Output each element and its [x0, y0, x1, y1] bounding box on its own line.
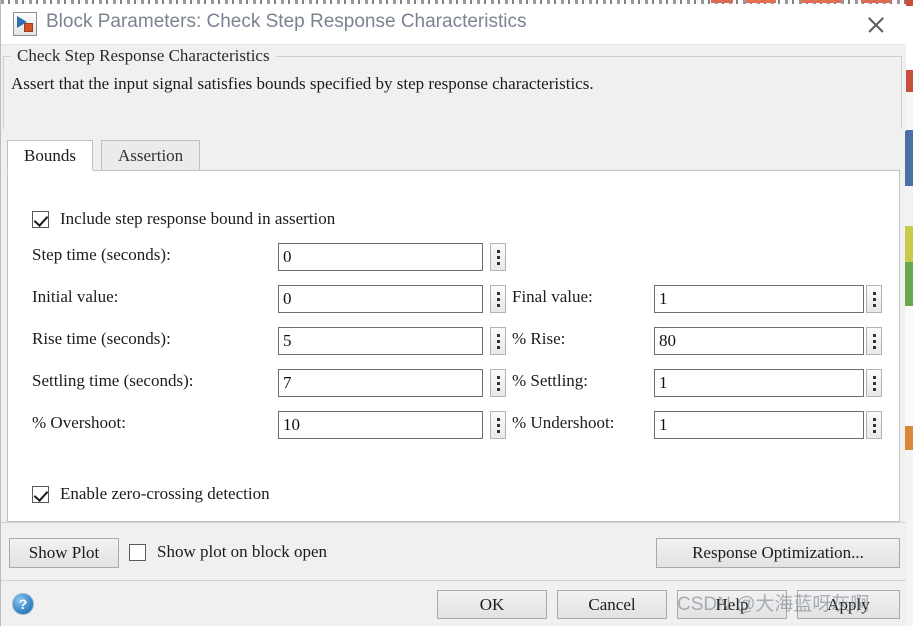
input-percent-overshoot[interactable] — [278, 411, 483, 439]
tab-bounds[interactable]: Bounds — [7, 140, 93, 171]
row-step-time: Step time (seconds): — [8, 243, 901, 271]
description-text: Assert that the input signal satisfies b… — [11, 72, 766, 97]
spinner-percent-rise[interactable] — [866, 327, 882, 355]
window-title: Block Parameters: Check Step Response Ch… — [46, 11, 526, 33]
description-group: Check Step Response Characteristics Asse… — [1, 46, 906, 131]
include-step-response-bound-checkbox[interactable]: Include step response bound in assertion — [32, 209, 335, 229]
input-percent-rise[interactable] — [654, 327, 864, 355]
help-info-icon[interactable]: ? — [12, 593, 34, 615]
spinner-percent-overshoot[interactable] — [490, 411, 506, 439]
label-percent-settling: % Settling: — [512, 371, 588, 391]
label-percent-undershoot: % Undershoot: — [512, 413, 614, 433]
bottom-action-bar: Show Plot Show plot on block open Respon… — [1, 522, 906, 580]
checkbox-box-show-plot-on-open[interactable] — [129, 544, 146, 561]
close-icon[interactable] — [854, 9, 898, 41]
label-initial-value: Initial value: — [32, 287, 118, 307]
input-final-value[interactable] — [654, 285, 864, 313]
spinner-percent-settling[interactable] — [866, 369, 882, 397]
zero-crossing-label: Enable zero-crossing detection — [60, 484, 270, 504]
tab-strip: Bounds Assertion — [1, 140, 906, 171]
title-bar: Block Parameters: Check Step Response Ch… — [1, 4, 906, 45]
simulink-block-icon — [13, 12, 37, 36]
label-settling-time: Settling time (seconds): — [32, 371, 193, 391]
tab-assertion[interactable]: Assertion — [101, 140, 200, 171]
help-button[interactable]: Help — [677, 590, 787, 619]
label-rise-time: Rise time (seconds): — [32, 329, 171, 349]
spinner-settling-time[interactable] — [490, 369, 506, 397]
spinner-step-time[interactable] — [490, 243, 506, 271]
label-step-time: Step time (seconds): — [32, 245, 171, 265]
input-percent-settling[interactable] — [654, 369, 864, 397]
row-overshoot: % Overshoot: % Undershoot: — [8, 411, 901, 439]
response-optimization-button[interactable]: Response Optimization... — [656, 538, 900, 568]
checkbox-box-include-bound[interactable] — [32, 211, 49, 228]
input-step-time[interactable] — [278, 243, 483, 271]
spinner-percent-undershoot[interactable] — [866, 411, 882, 439]
show-plot-on-block-open-checkbox[interactable]: Show plot on block open — [129, 542, 327, 562]
description-legend: Check Step Response Characteristics — [11, 46, 276, 66]
show-plot-button[interactable]: Show Plot — [9, 538, 119, 568]
input-rise-time[interactable] — [278, 327, 483, 355]
label-final-value: Final value: — [512, 287, 593, 307]
spinner-final-value[interactable] — [866, 285, 882, 313]
row-settling-time: Settling time (seconds): % Settling: — [8, 369, 901, 397]
label-percent-overshoot: % Overshoot: — [32, 413, 126, 433]
background-window-sliver — [905, 0, 913, 626]
enable-zero-crossing-checkbox[interactable]: Enable zero-crossing detection — [32, 484, 270, 504]
spinner-rise-time[interactable] — [490, 327, 506, 355]
ok-button[interactable]: OK — [437, 590, 547, 619]
bounds-tab-panel: Include step response bound in assertion… — [7, 170, 900, 522]
apply-button[interactable]: Apply — [797, 590, 900, 619]
spinner-initial-value[interactable] — [490, 285, 506, 313]
label-percent-rise: % Rise: — [512, 329, 565, 349]
input-settling-time[interactable] — [278, 369, 483, 397]
dialog-footer: ? OK Cancel Help Apply — [1, 580, 906, 626]
input-percent-undershoot[interactable] — [654, 411, 864, 439]
row-initial-final-value: Initial value: Final value: — [8, 285, 901, 313]
block-parameters-dialog: Block Parameters: Check Step Response Ch… — [0, 0, 913, 626]
show-plot-on-open-label: Show plot on block open — [157, 542, 327, 562]
checkbox-box-zero-crossing[interactable] — [32, 486, 49, 503]
row-rise-time: Rise time (seconds): % Rise: — [8, 327, 901, 355]
include-bound-label: Include step response bound in assertion — [60, 209, 335, 229]
cancel-button[interactable]: Cancel — [557, 590, 667, 619]
input-initial-value[interactable] — [278, 285, 483, 313]
